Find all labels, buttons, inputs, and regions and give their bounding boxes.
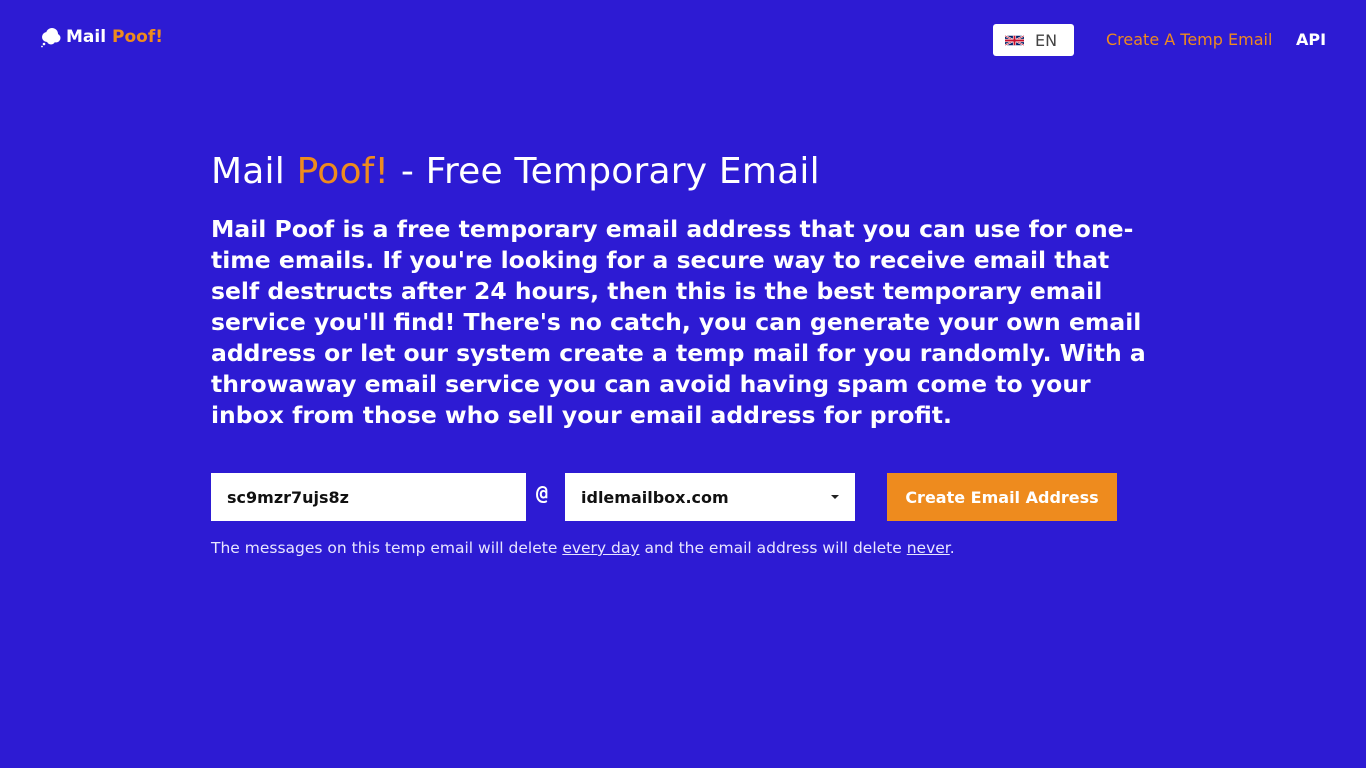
nav-api[interactable]: API <box>1296 30 1326 49</box>
title-rest: - Free Temporary Email <box>400 151 820 192</box>
create-email-button[interactable]: Create Email Address <box>887 473 1117 521</box>
note-prefix: The messages on this temp email will del… <box>211 539 558 557</box>
create-email-form: @ idlemailbox.com Create Email Address <box>211 473 1131 521</box>
note-suffix: . <box>949 539 955 557</box>
message-expiry-link[interactable]: every day <box>562 539 639 557</box>
note-middle: and the email address will delete <box>644 539 902 557</box>
description: Mail Poof is a free temporary email addr… <box>211 215 1146 429</box>
address-expiry-link[interactable]: never <box>907 539 950 557</box>
language-selector[interactable]: EN <box>993 24 1074 56</box>
local-part-input[interactable] <box>211 473 526 521</box>
nav-create-temp-email[interactable]: Create A Temp Email <box>1106 30 1272 49</box>
domain-select[interactable]: idlemailbox.com <box>565 473 855 521</box>
page-title: Mail Poof! - Free Temporary Email <box>211 150 1171 194</box>
title-brand-mail: Mail <box>211 151 285 192</box>
logo[interactable]: Mail Poof! <box>40 26 163 48</box>
expiry-note: The messages on this temp email will del… <box>211 539 955 557</box>
title-brand-poof: Poof! <box>296 151 390 192</box>
top-navigation: Mail Poof! EN Create A Temp Email API <box>0 0 1366 78</box>
uk-flag-icon <box>1005 34 1024 47</box>
at-symbol: @ <box>536 481 549 505</box>
logo-mail-text: Mail <box>66 27 107 47</box>
cloud-icon <box>40 26 62 48</box>
logo-poof-text: Poof! <box>112 27 164 47</box>
language-code: EN <box>1035 30 1058 50</box>
hero-section: Mail Poof! - Free Temporary Email Mail P… <box>211 150 1171 431</box>
domain-select-value: idlemailbox.com <box>581 487 729 507</box>
chevron-down-icon <box>831 495 839 499</box>
